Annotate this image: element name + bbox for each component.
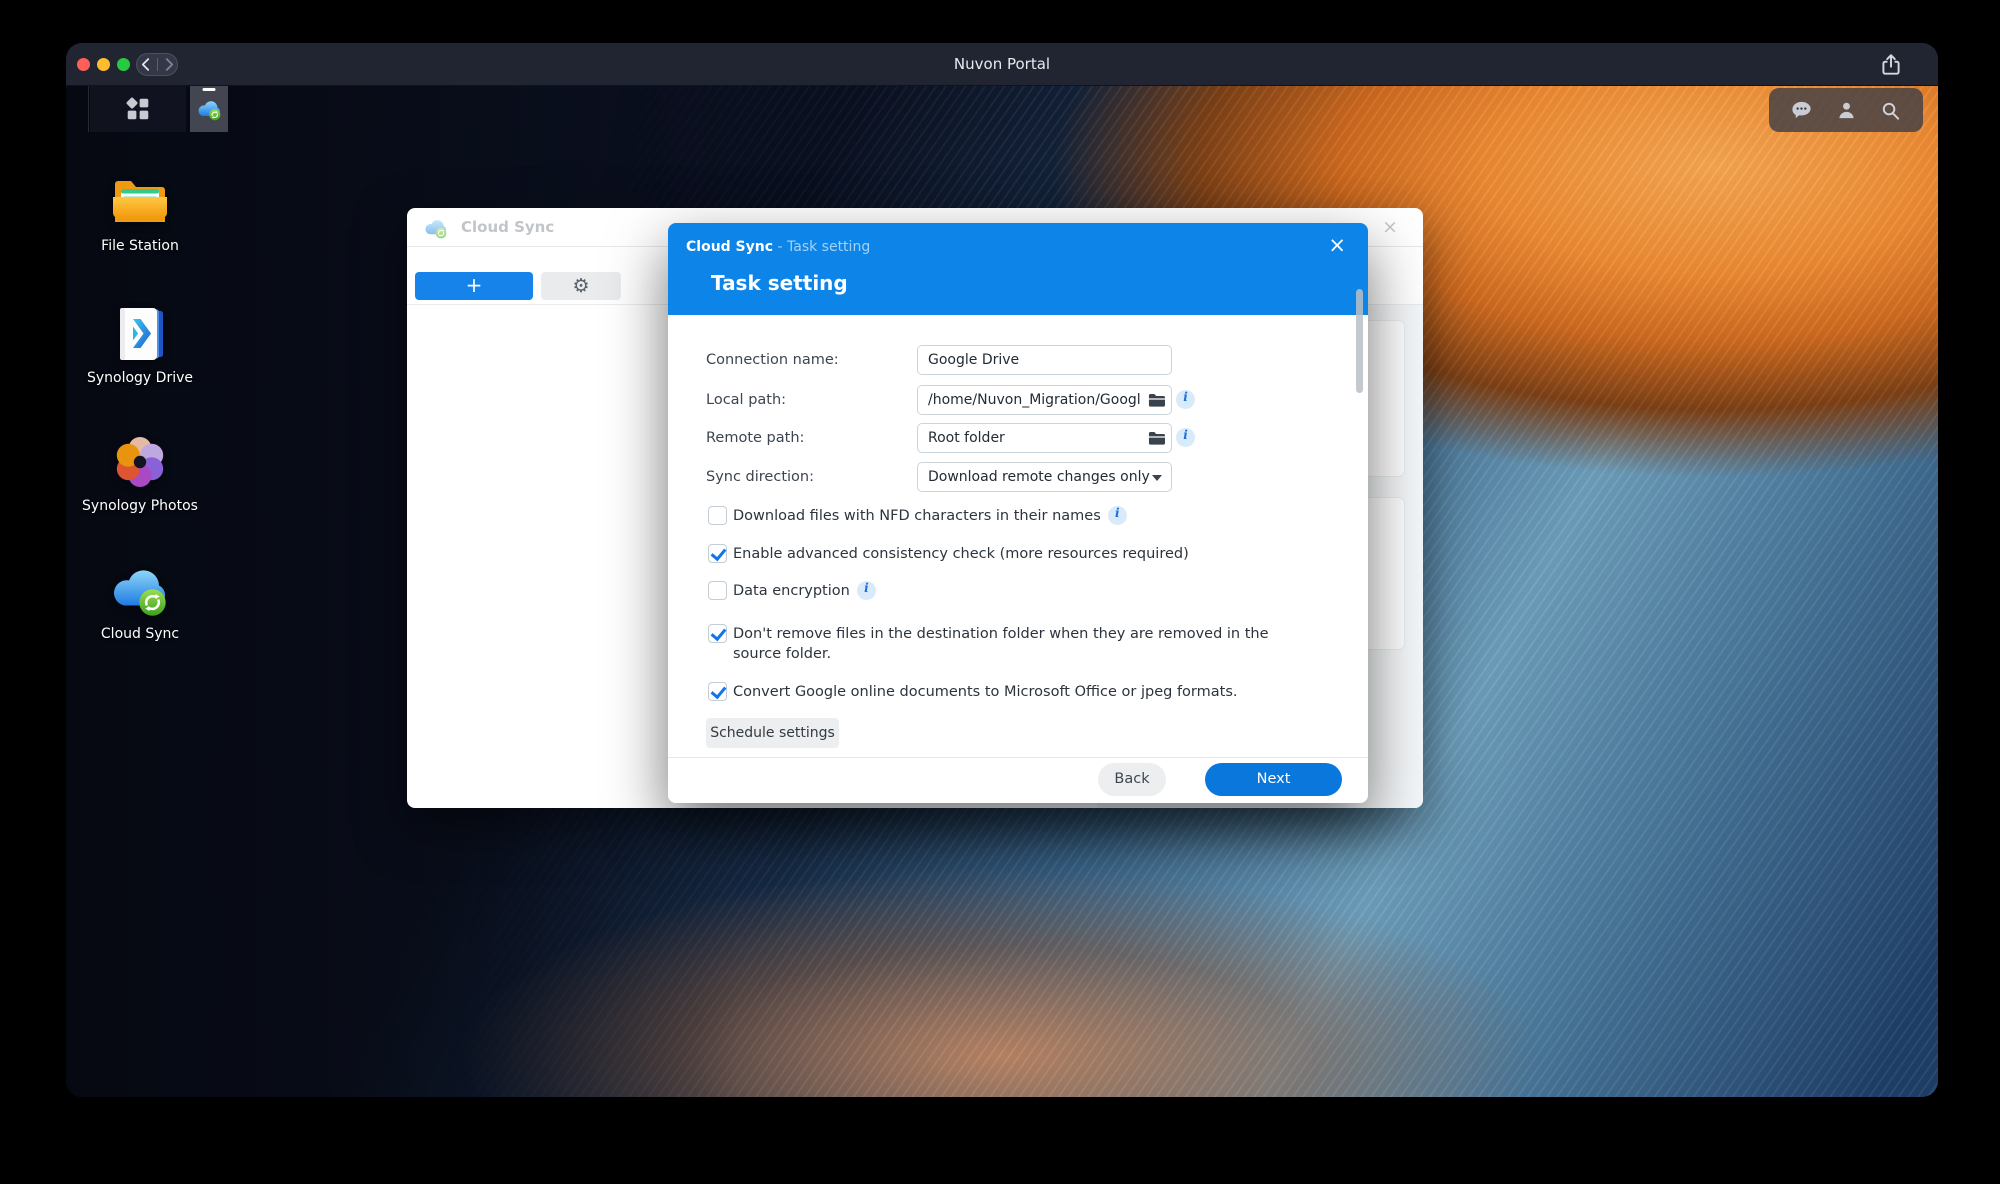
taskbar-divider [88,86,89,132]
breadcrumb-separator: - [777,239,782,255]
desktop-icon-label: Synology Photos [80,498,200,514]
status-tray [1769,88,1923,132]
checkbox-row[interactable]: Convert Google online documents to Micro… [708,682,1238,703]
synology-photos-icon [108,430,172,494]
folder-browse-icon[interactable] [1148,392,1165,408]
info-icon[interactable]: i [1108,506,1127,525]
breadcrumb-app: Cloud Sync [686,239,773,255]
settings-button[interactable]: ⚙ [541,272,621,300]
local-path-input[interactable] [917,385,1172,415]
checkbox-row[interactable]: Download files with NFD characters in th… [708,506,1127,527]
remote-path-label: Remote path: [706,429,804,447]
dialog-header: Cloud Sync - Task setting Task setting × [668,223,1368,315]
checkbox-row[interactable]: Enable advanced consistency check (more … [708,544,1189,565]
search-icon[interactable] [1879,99,1902,122]
breadcrumb-page: Task setting [787,239,870,255]
desktop-icon-label: Cloud Sync [80,626,200,642]
chat-icon[interactable] [1790,99,1813,122]
sync-direction-value: Download remote changes only [928,469,1150,485]
desktop: File Station Synology Drive [66,86,1938,1097]
apps-grid-icon [125,96,151,122]
app-window-title: Cloud Sync [461,208,554,247]
close-icon[interactable]: × [1328,234,1346,256]
checkbox-row[interactable]: Data encryption i [708,581,876,602]
file-station-icon [108,170,172,234]
checkbox-1[interactable] [708,544,727,563]
dialog-title: Task setting [711,271,848,295]
info-icon[interactable]: i [857,581,876,600]
titlebar: Nuvon Portal [66,43,1938,86]
back-button[interactable]: Back [1098,763,1166,796]
desktop-icon-label: Synology Drive [80,370,200,386]
task-setting-dialog: Cloud Sync - Task setting Task setting ×… [668,223,1368,803]
synology-drive-icon [108,302,172,366]
checkbox-label: Download files with NFD characters in th… [733,507,1101,527]
main-menu-button[interactable] [90,86,186,132]
desktop-icon-synology-photos[interactable]: Synology Photos [80,430,200,514]
checkbox-3[interactable] [708,624,727,643]
taskbar-cloud-sync-button[interactable] [190,86,228,132]
desktop-icon-file-station[interactable]: File Station [80,170,200,254]
schedule-settings-button[interactable]: Schedule settings [706,718,839,748]
next-button[interactable]: Next [1205,763,1342,796]
checkbox-2[interactable] [708,581,727,600]
cloud-sync-icon [423,215,449,241]
connection-name-input[interactable] [917,345,1172,375]
info-icon[interactable]: i [1176,428,1195,447]
app-close-icon[interactable]: × [1382,217,1398,237]
folder-browse-icon[interactable] [1148,430,1165,446]
desktop-icon-cloud-sync[interactable]: Cloud Sync [80,558,200,642]
sync-direction-select[interactable]: Download remote changes only [917,462,1172,492]
desktop-icon-synology-drive[interactable]: Synology Drive [80,302,200,386]
dialog-footer: Back Next [668,757,1368,803]
checkbox-label: Data encryption [733,582,850,602]
add-task-button[interactable]: + [415,272,533,300]
info-icon[interactable]: i [1176,390,1195,409]
active-app-indicator [203,88,216,91]
main-window: Nuvon Portal [66,43,1938,1097]
desktop-icon-label: File Station [80,238,200,254]
share-icon[interactable] [1878,52,1904,78]
checkbox-0[interactable] [708,506,727,525]
sync-direction-label: Sync direction: [706,468,814,486]
checkbox-label: Convert Google online documents to Micro… [733,683,1238,703]
dialog-scrollbar[interactable] [1356,289,1363,393]
remote-path-input[interactable] [917,423,1172,453]
chevron-down-icon [1152,475,1162,481]
gear-icon: ⚙ [572,275,589,297]
user-icon[interactable] [1835,99,1858,122]
cloud-sync-icon [108,558,172,622]
connection-name-label: Connection name: [706,351,839,369]
cloud-sync-icon [196,96,223,123]
checkbox-label: Don't remove files in the destination fo… [733,625,1289,664]
window-title: Nuvon Portal [66,43,1938,86]
checkbox-4[interactable] [708,682,727,701]
checkbox-row[interactable]: Don't remove files in the destination fo… [708,624,1289,664]
checkbox-label: Enable advanced consistency check (more … [733,545,1189,565]
local-path-label: Local path: [706,391,786,409]
breadcrumb: Cloud Sync - Task setting [686,239,870,255]
